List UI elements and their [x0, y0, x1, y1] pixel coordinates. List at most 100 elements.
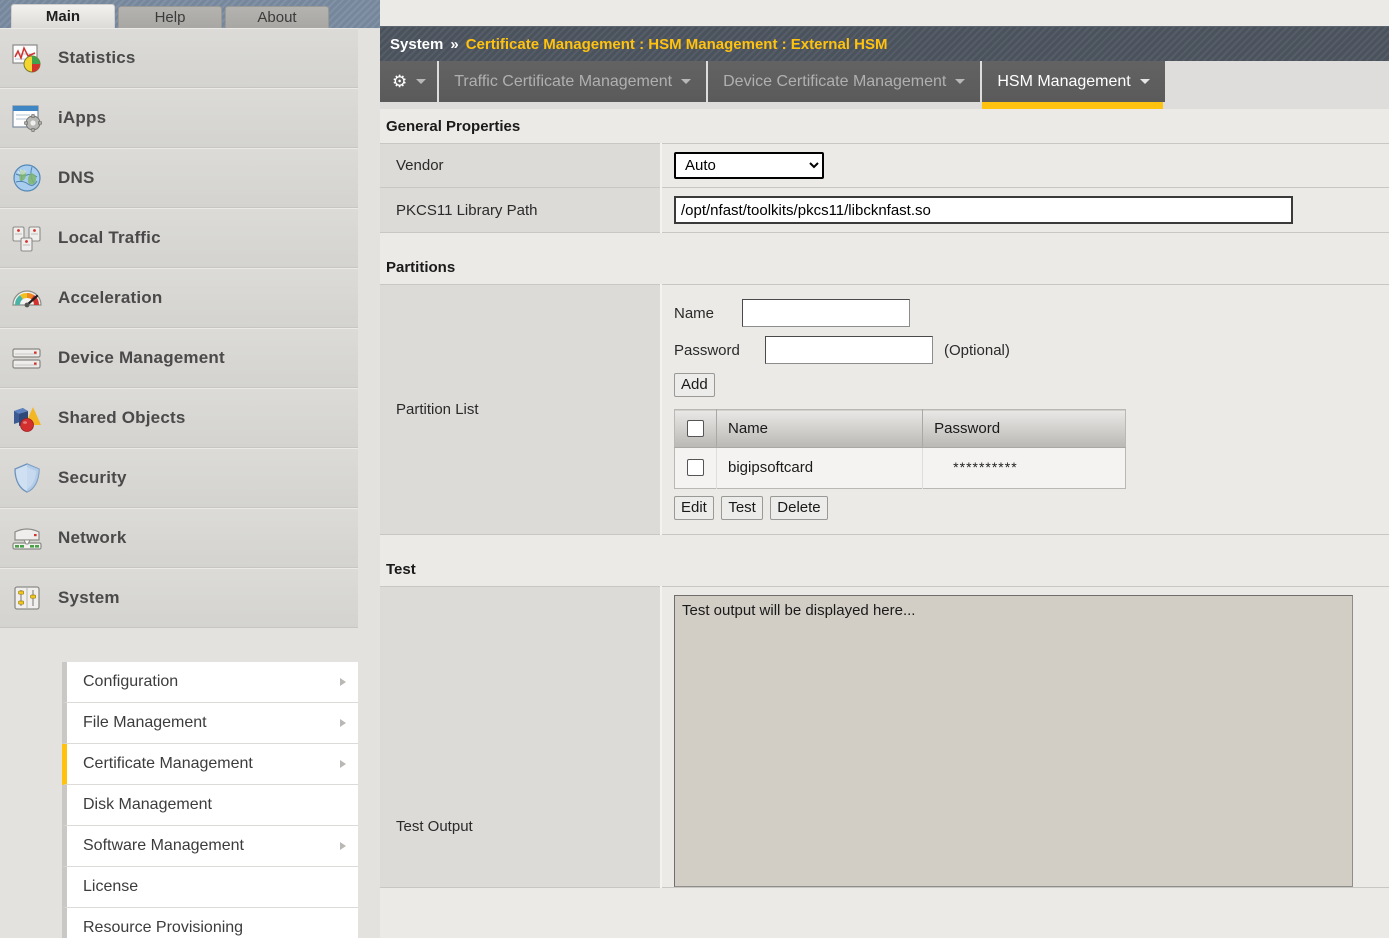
sidebar-item-device-management[interactable]: Device Management	[0, 328, 358, 388]
tab-device-certificate-management[interactable]: Device Certificate Management	[708, 61, 983, 102]
partition-password-input[interactable]	[765, 336, 933, 364]
sidebar-item-network[interactable]: Network	[0, 508, 358, 568]
tab-traffic-certificate-management[interactable]: Traffic Certificate Management	[439, 61, 709, 102]
submenu-item-label: File Management	[83, 714, 207, 731]
tab-label: Traffic Certificate Management	[454, 72, 673, 90]
sidebar-item-local-traffic[interactable]: Local Traffic	[0, 208, 358, 268]
tab-label: HSM Management	[997, 72, 1131, 90]
page-content: General Properties Vendor Auto PKCS11 Li…	[380, 118, 1389, 914]
test-partition-button[interactable]: Test	[721, 496, 763, 520]
select-all-checkbox[interactable]	[687, 419, 704, 437]
breadcrumb: System » Certificate Management : HSM Ma…	[380, 26, 1389, 61]
tab-about[interactable]: About	[225, 6, 329, 28]
sidebar-item-security[interactable]: Security	[0, 448, 358, 508]
chevron-down-icon	[1139, 79, 1150, 84]
vendor-select[interactable]: Auto	[674, 152, 824, 179]
partition-action-buttons: Edit Test Delete	[674, 496, 1389, 520]
submenu-item-license[interactable]: License	[62, 867, 358, 908]
sidebar-item-label: Local Traffic	[58, 228, 161, 247]
partitions-table: Partition List Name Password (Optional)	[380, 284, 1389, 535]
test-section: Test Test Output Test output will be dis…	[380, 561, 1389, 888]
vendor-label: Vendor	[380, 143, 662, 188]
chevron-down-icon	[681, 79, 692, 84]
general-properties-table: Vendor Auto PKCS11 Library Path	[380, 143, 1389, 233]
security-shield-icon	[10, 461, 44, 495]
shared-objects-shapes-icon	[10, 401, 44, 435]
sidebar-item-acceleration[interactable]: Acceleration	[0, 268, 358, 328]
breadcrumb-root[interactable]: System	[390, 36, 443, 53]
table-row: PKCS11 Library Path	[380, 187, 1389, 233]
column-header-password[interactable]: Password	[922, 409, 1126, 448]
device-management-server-icon	[10, 341, 44, 375]
pkcs11-library-path-label: PKCS11 Library Path	[380, 187, 662, 233]
sidebar-item-shared-objects[interactable]: Shared Objects	[0, 388, 358, 448]
partition-list-cell: Name Password (Optional) Add Name Passwo…	[661, 284, 1389, 535]
sidebar-item-iapps[interactable]: iApps	[0, 88, 358, 148]
sidebar-nav-list: Statistics iApps DNS Local Traffic Accel…	[0, 28, 358, 628]
system-sliders-icon	[10, 581, 44, 615]
table-header-row: Name Password	[674, 409, 1126, 448]
submenu-item-file-management[interactable]: File Management	[62, 703, 358, 744]
partition-password-label: Password	[674, 341, 740, 359]
sidebar-item-label: Network	[58, 528, 127, 547]
partition-password-row: Password (Optional)	[674, 336, 1389, 364]
partition-list-table: Name Password bigipsoftcard **********	[674, 409, 1126, 489]
network-switch-icon	[10, 521, 44, 555]
partition-editor: Name Password (Optional) Add Name Passwo…	[662, 285, 1389, 534]
sidebar-item-dns[interactable]: DNS	[0, 148, 358, 208]
edit-partition-button[interactable]: Edit	[674, 496, 714, 520]
sidebar-top-tabs: Main Help About	[0, 0, 380, 28]
sidebar-item-label: System	[58, 588, 120, 607]
tab-hsm-management[interactable]: HSM Management	[982, 61, 1167, 109]
test-output-label: Test Output	[380, 586, 662, 888]
column-header-name[interactable]: Name	[716, 409, 924, 448]
tab-settings-menu[interactable]: ⚙	[380, 61, 440, 102]
pkcs11-library-path-value-cell	[661, 187, 1389, 233]
sidebar-item-label: Security	[58, 468, 127, 487]
sidebar-item-label: DNS	[58, 168, 95, 187]
tab-about-label: About	[257, 9, 297, 26]
add-button-row: Add	[674, 373, 1389, 397]
system-submenu: Configuration File Management Certificat…	[62, 662, 358, 938]
delete-partition-button[interactable]: Delete	[770, 496, 828, 520]
row-checkbox[interactable]	[687, 458, 704, 476]
partition-name-label: Name	[674, 304, 715, 322]
gear-icon: ⚙	[392, 72, 408, 91]
submenu-item-label: Certificate Management	[83, 755, 253, 772]
sidebar-item-label: Statistics	[58, 48, 136, 67]
tab-help-label: Help	[154, 9, 186, 26]
pkcs11-library-path-input[interactable]	[674, 196, 1293, 224]
submenu-item-certificate-management[interactable]: Certificate Management	[62, 744, 358, 785]
chevron-right-icon	[340, 842, 346, 850]
partitions-section: Partitions Partition List Name Password	[380, 259, 1389, 535]
dns-globe-icon	[10, 161, 44, 195]
submenu-item-resource-provisioning[interactable]: Resource Provisioning	[62, 908, 358, 938]
tab-label: Device Certificate Management	[723, 72, 947, 90]
sidebar-item-label: Acceleration	[58, 288, 163, 307]
main-content-area: System » Certificate Management : HSM Ma…	[380, 0, 1389, 938]
partition-name-input[interactable]	[742, 299, 910, 327]
submenu-item-label: Disk Management	[83, 796, 212, 813]
submenu-item-configuration[interactable]: Configuration	[62, 662, 358, 703]
module-tab-strip: ⚙ Traffic Certificate Management Device …	[380, 61, 1389, 109]
chevron-down-icon	[416, 79, 427, 84]
submenu-item-software-management[interactable]: Software Management	[62, 826, 358, 867]
chevron-right-icon	[340, 760, 346, 768]
sidebar-item-label: Device Management	[58, 348, 225, 367]
partitions-title: Partitions	[386, 259, 456, 276]
sidebar-item-system[interactable]: System	[0, 568, 358, 628]
cell-partition-password: **********	[922, 447, 1126, 489]
tab-help[interactable]: Help	[118, 6, 222, 28]
general-properties-title: General Properties	[386, 118, 521, 135]
add-partition-button[interactable]: Add	[674, 373, 715, 397]
sidebar-item-statistics[interactable]: Statistics	[0, 28, 358, 88]
submenu-item-disk-management[interactable]: Disk Management	[62, 785, 358, 826]
partition-password-optional-note: (Optional)	[944, 341, 1010, 359]
statistics-chart-icon	[10, 41, 44, 75]
test-title: Test	[386, 561, 416, 578]
select-all-header-cell	[674, 409, 717, 448]
partition-name-row: Name	[674, 299, 1389, 327]
general-properties-section: General Properties Vendor Auto PKCS11 Li…	[380, 118, 1389, 233]
test-output-textarea[interactable]: Test output will be displayed here...	[674, 595, 1353, 887]
tab-main[interactable]: Main	[11, 4, 115, 28]
